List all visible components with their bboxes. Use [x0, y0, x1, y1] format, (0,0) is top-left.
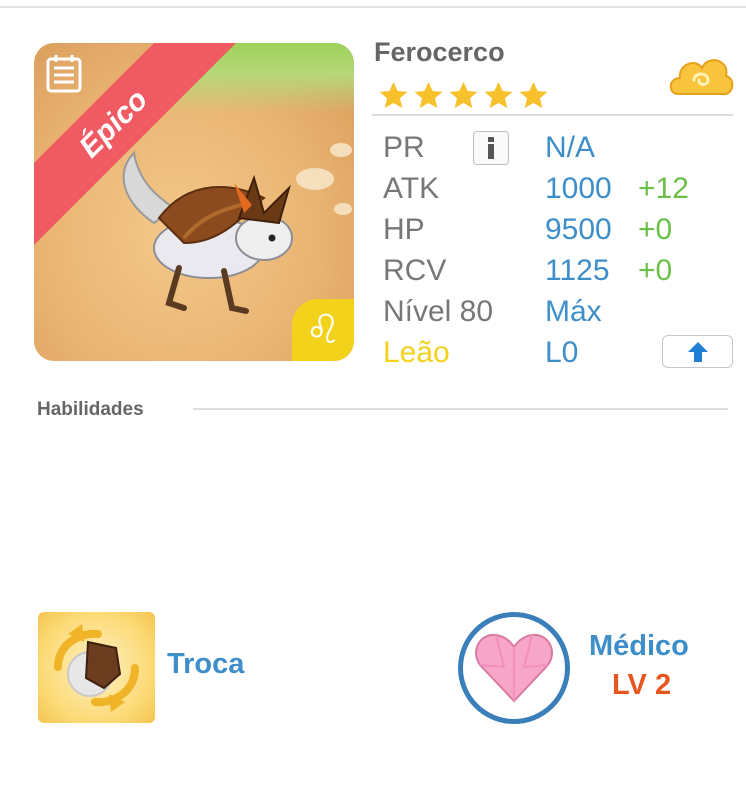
info-divider — [372, 114, 733, 116]
stone-decoration — [330, 143, 352, 157]
stat-value: L0 — [545, 336, 579, 369]
stat-label: RCV — [383, 254, 447, 287]
stat-value: Máx — [545, 295, 602, 328]
zodiac-badge: ♌ — [292, 299, 354, 361]
star-rating — [378, 80, 549, 111]
abilities-heading: Habilidades — [37, 399, 144, 420]
stat-label: PR — [383, 131, 425, 164]
info-icon — [488, 137, 494, 159]
star-icon — [449, 81, 478, 109]
swap-icon — [54, 624, 139, 712]
leader-skill-icon[interactable] — [458, 612, 570, 724]
star-icon — [379, 81, 408, 109]
star-icon — [414, 81, 443, 109]
stat-value: 1000 — [545, 172, 612, 205]
stat-bonus: +12 — [638, 172, 689, 205]
heart-icon — [475, 633, 553, 703]
leader-skill-name[interactable]: Médico — [589, 630, 689, 663]
pet-portrait-card[interactable]: Épico ♌ — [34, 43, 354, 361]
abilities-divider — [193, 408, 728, 410]
pet-name: Ferocerco — [374, 37, 505, 67]
top-divider — [0, 6, 746, 8]
stat-bonus: +0 — [638, 213, 673, 246]
stat-value: 9500 — [545, 213, 612, 246]
notes-icon[interactable] — [42, 53, 86, 97]
skill-icon-tile[interactable] — [38, 612, 155, 723]
skill-name[interactable]: Troca — [167, 648, 244, 681]
stat-value: 1125 — [545, 254, 610, 287]
pr-info-button[interactable] — [473, 131, 509, 165]
stat-label: HP — [383, 213, 425, 246]
leader-skill-level: LV 2 — [612, 669, 672, 701]
stat-label: ATK — [383, 172, 440, 205]
zodiac-upgrade-button[interactable] — [662, 335, 733, 368]
cloud-icon — [669, 59, 734, 96]
stat-bonus: +0 — [638, 254, 673, 287]
zodiac-label: Leão — [383, 336, 450, 369]
stat-label: Nível 80 — [383, 295, 494, 328]
arrow-up-icon — [687, 341, 708, 362]
star-icon — [484, 81, 513, 109]
star-icon — [519, 81, 548, 109]
stone-decoration — [334, 203, 352, 215]
leo-icon: ♌ — [305, 307, 341, 353]
stat-value: N/A — [545, 131, 596, 164]
